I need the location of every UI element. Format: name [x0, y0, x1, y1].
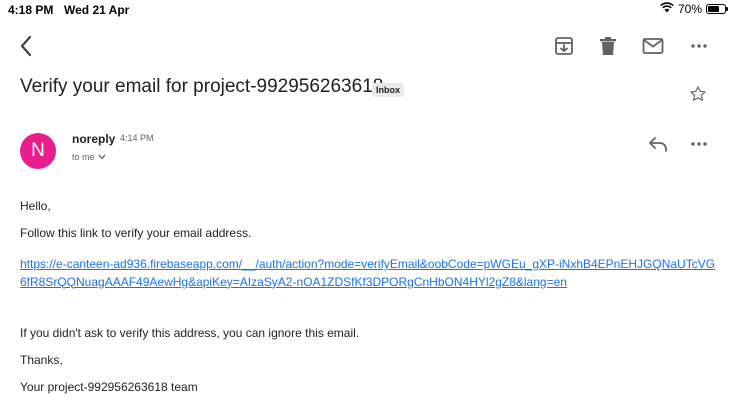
reply-icon — [649, 137, 667, 152]
more-icon — [691, 142, 707, 146]
recipient-label: to me — [72, 152, 95, 162]
sender-avatar[interactable]: N — [20, 133, 56, 169]
archive-button[interactable] — [552, 34, 576, 58]
battery-tip — [726, 7, 728, 11]
star-icon — [690, 86, 706, 101]
mail-icon — [642, 38, 664, 54]
more-options-button[interactable] — [686, 34, 712, 58]
battery-icon — [706, 4, 726, 14]
body-thanks: Thanks, — [20, 353, 63, 367]
sent-time: 4:14 PM — [120, 133, 154, 143]
mark-unread-button[interactable] — [640, 34, 666, 58]
wifi-icon — [660, 2, 674, 16]
status-time: 4:18 PM — [8, 3, 54, 17]
more-icon — [691, 44, 707, 48]
body-ignore-note: If you didn't ask to verify this address… — [20, 326, 360, 340]
archive-icon — [555, 37, 573, 55]
back-button[interactable] — [14, 34, 38, 58]
body-greeting: Hello, — [20, 199, 51, 213]
inbox-label[interactable]: Inbox — [372, 83, 404, 97]
body-signature: Your project-992956263618 team — [20, 380, 198, 394]
message-more-button[interactable] — [686, 134, 712, 154]
reply-button[interactable] — [646, 134, 670, 154]
status-date: Wed 21 Apr — [64, 3, 130, 17]
trash-icon — [600, 37, 616, 55]
recipient-details[interactable]: to me — [72, 152, 106, 162]
email-subject: Verify your email for project-9929562636… — [20, 76, 384, 97]
battery-percent: 70% — [677, 2, 702, 16]
back-icon — [20, 35, 32, 57]
sender-name[interactable]: noreply — [72, 132, 115, 146]
delete-button[interactable] — [596, 34, 620, 58]
verify-email-link[interactable]: https://e-canteen-ad936.firebaseapp.com/… — [20, 256, 720, 291]
battery-level-fill — [708, 6, 719, 12]
chevron-down-icon — [98, 154, 106, 160]
star-button[interactable] — [688, 84, 708, 104]
body-instruction: Follow this link to verify your email ad… — [20, 226, 252, 240]
status-indicators: 70% — [660, 2, 728, 16]
